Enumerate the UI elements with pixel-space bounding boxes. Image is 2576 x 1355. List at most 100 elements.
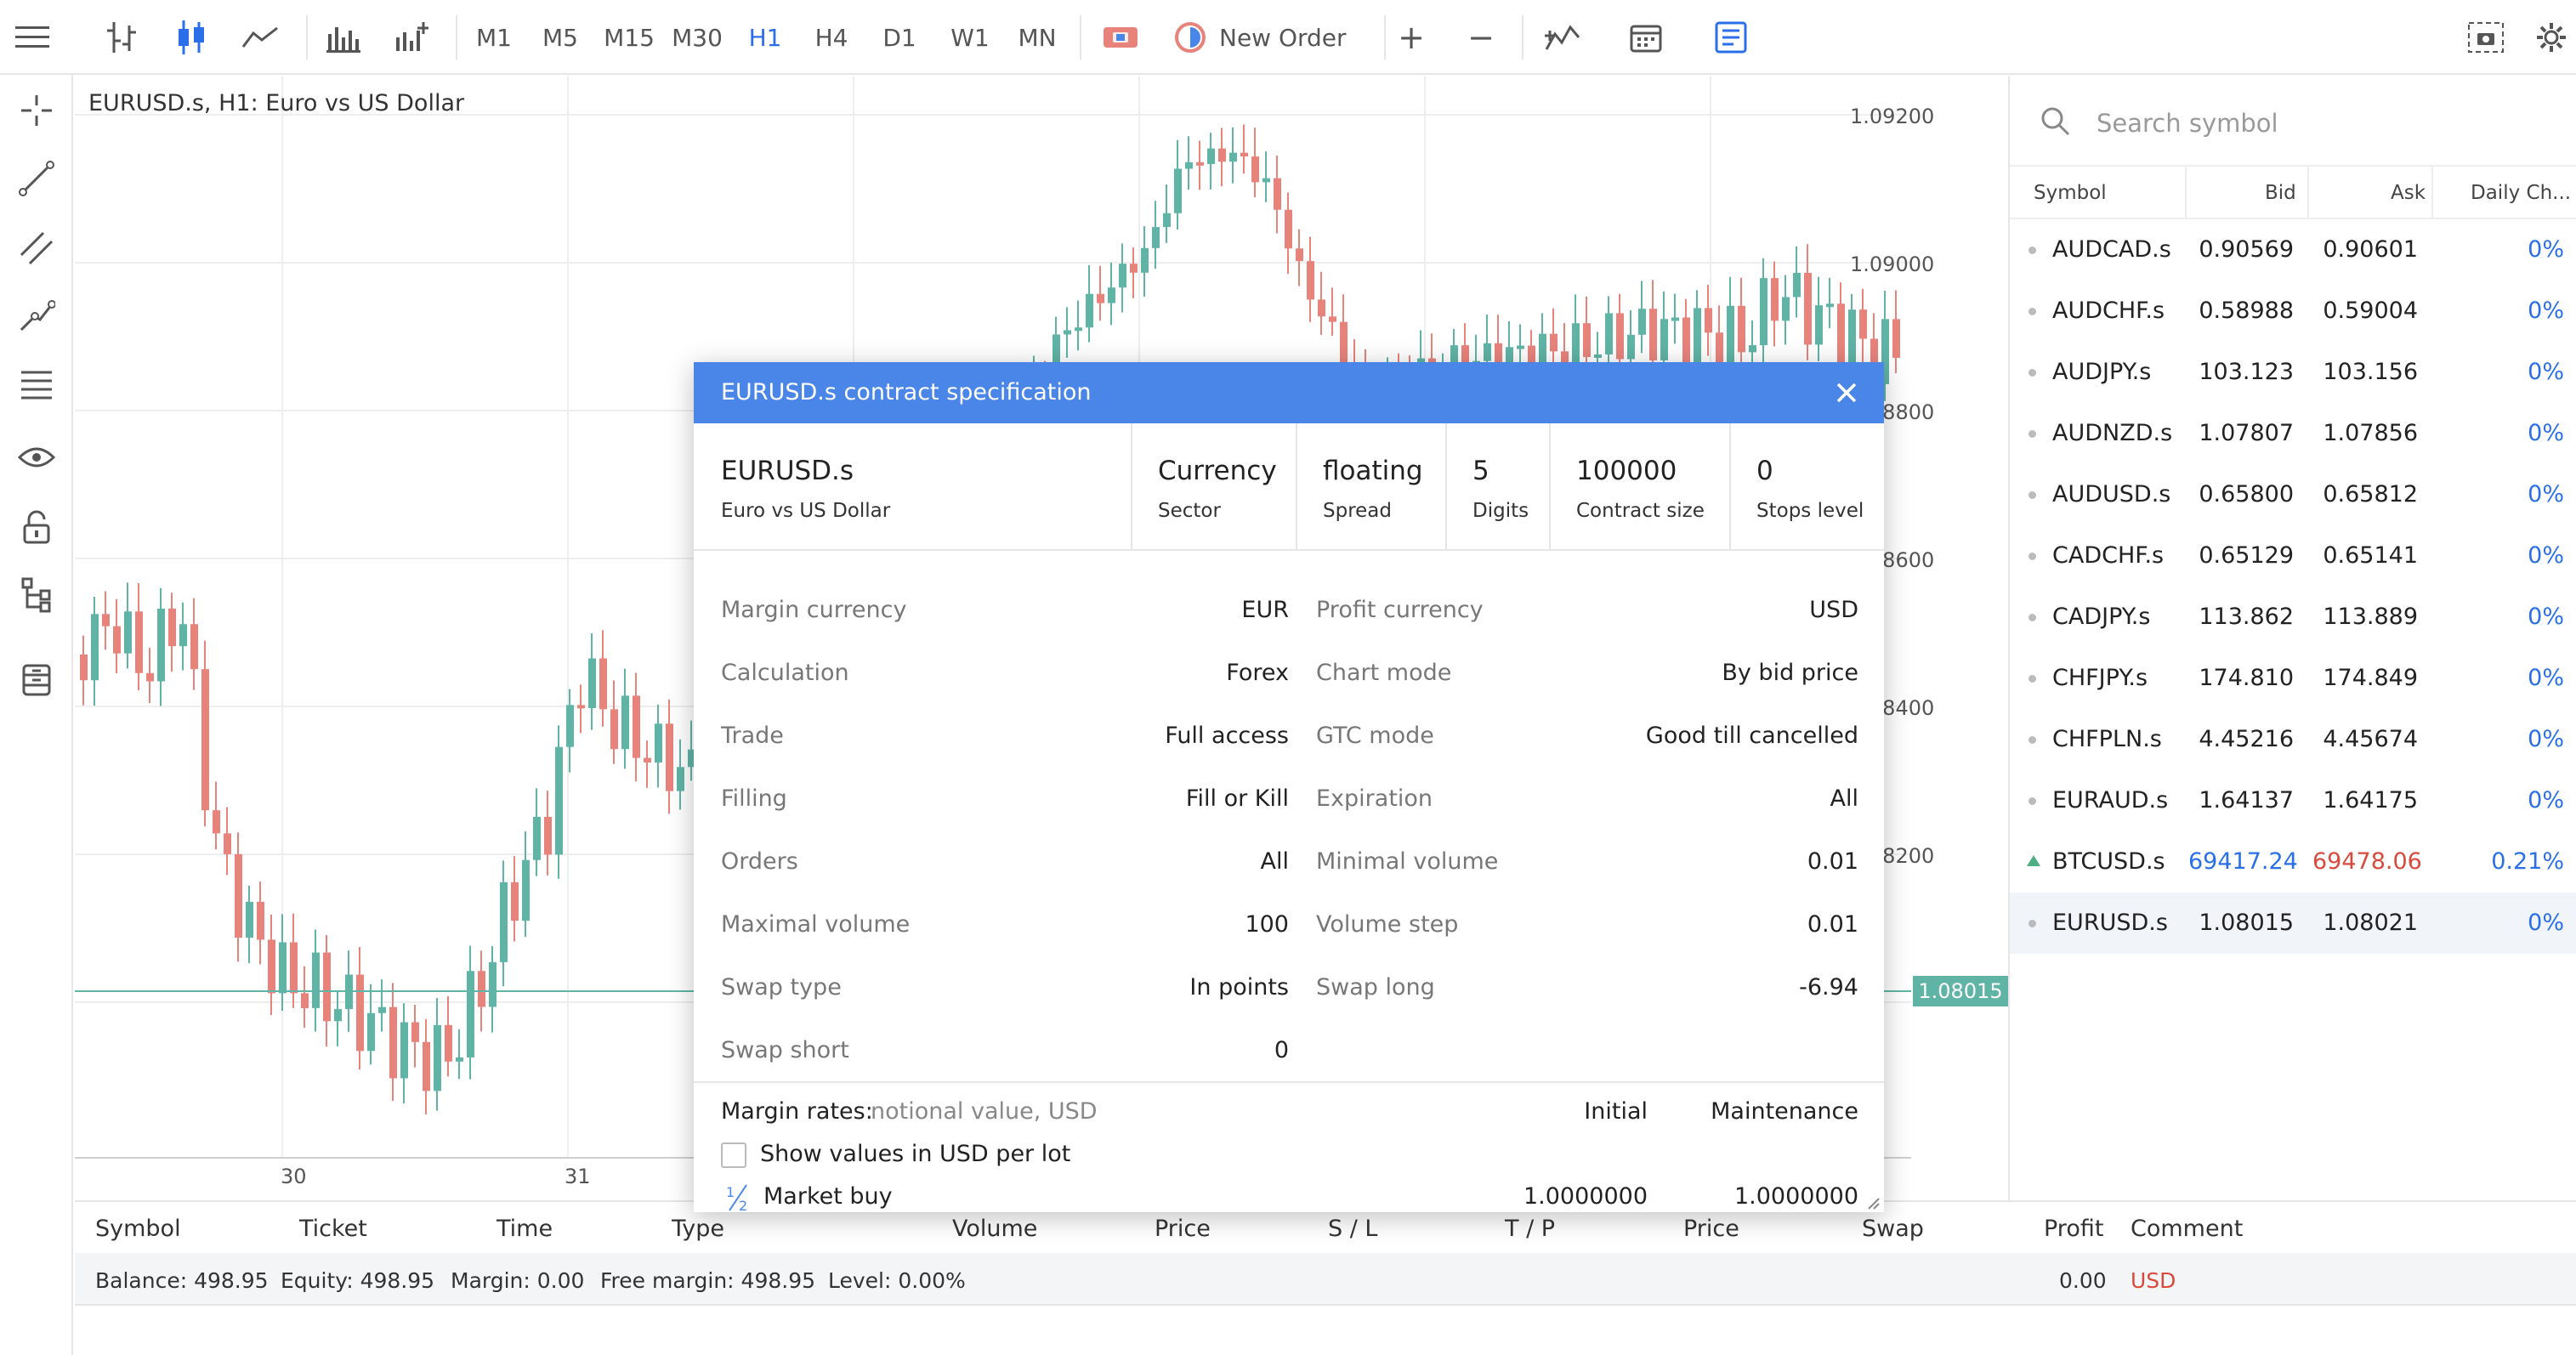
col-price[interactable]: Price	[1155, 1216, 1211, 1242]
new-order-button[interactable]: New Order	[1173, 0, 1386, 75]
col-profit[interactable]: Profit	[2044, 1216, 2103, 1242]
col-ask[interactable]: Ask	[2391, 182, 2426, 204]
fibonacci-icon[interactable]	[0, 357, 73, 411]
timeframe-w1[interactable]: W1	[950, 0, 990, 75]
timeframe-m15[interactable]: M15	[604, 0, 655, 75]
candle-body	[1771, 278, 1779, 321]
one-click-trading-icon[interactable]	[1097, 0, 1144, 75]
candle-body	[124, 611, 132, 654]
screenshot-icon[interactable]	[2460, 0, 2511, 75]
candle-body	[555, 746, 563, 855]
col-symbol[interactable]: Symbol	[2034, 182, 2107, 204]
database-icon[interactable]	[0, 653, 73, 707]
new-order-label: New Order	[1219, 23, 1347, 52]
eye-icon[interactable]	[0, 430, 73, 485]
symbol-row[interactable]: AUDNZD.s 1.07807 1.07856 0%	[2010, 403, 2576, 464]
status-dot-icon	[2028, 736, 2036, 744]
symbol-row[interactable]: EURUSD.s 1.08015 1.08021 0%	[2010, 893, 2576, 954]
property-label: Orders	[721, 848, 798, 875]
col-swap[interactable]: Swap	[1862, 1216, 1924, 1242]
symbol-row[interactable]: CHFJPY.s 174.810 174.849 0%	[2010, 648, 2576, 709]
symbol-row[interactable]: AUDCAD.s 0.90569 0.90601 0%	[2010, 219, 2576, 281]
col-symbol[interactable]: Symbol	[95, 1216, 181, 1242]
menu-icon[interactable]	[7, 0, 58, 75]
symbol-row[interactable]: CHFPLN.s 4.45216 4.45674 0%	[2010, 709, 2576, 770]
crosshair-icon[interactable]	[0, 83, 73, 138]
line-chart-icon[interactable]	[235, 0, 286, 75]
col-comment[interactable]: Comment	[2131, 1216, 2243, 1242]
timeframe-m1[interactable]: M1	[473, 0, 515, 75]
col-tp[interactable]: T / P	[1505, 1216, 1555, 1242]
zoom-in-button[interactable]: +	[1391, 0, 1432, 75]
candle-body	[1848, 309, 1856, 366]
contract-summary: EURUSD.s Euro vs US Dollar Currency Sect…	[694, 423, 1884, 551]
symbol-row[interactable]: AUDJPY.s 103.123 103.156 0%	[2010, 342, 2576, 403]
candle-body	[1240, 152, 1248, 157]
search-input[interactable]	[2097, 109, 2522, 138]
volume-icon[interactable]	[318, 0, 369, 75]
status-dot-icon	[2028, 308, 2036, 315]
contract-specification-dialog: EURUSD.s contract specification EURUSD.s…	[694, 362, 1884, 1212]
indicator-chart-icon[interactable]	[1537, 0, 1588, 75]
symbol-search	[2010, 77, 2576, 170]
col-volume[interactable]: Volume	[952, 1216, 1037, 1242]
calendar-icon[interactable]	[1620, 0, 1671, 75]
symbol-row[interactable]: BTCUSD.s 69417.24 69478.06 0.21%	[2010, 831, 2576, 893]
balance-row: Balance: 498.95 Equity: 498.95 Margin: 0…	[75, 1253, 2576, 1306]
checkbox-label[interactable]: Show values in USD per lot	[760, 1141, 1070, 1167]
timeframe-mn[interactable]: MN	[1017, 0, 1058, 75]
timeframe-h4[interactable]: H4	[814, 0, 848, 75]
polyline-icon[interactable]	[0, 289, 73, 343]
candle-body	[378, 1006, 386, 1013]
col-ticket[interactable]: Ticket	[299, 1216, 367, 1242]
property-value: 0.01	[1807, 848, 1858, 875]
usd-per-lot-checkbox[interactable]	[721, 1142, 746, 1168]
status-dot-icon	[2028, 369, 2036, 377]
property-label: Expiration	[1316, 785, 1433, 812]
property-value: 0.01	[1807, 911, 1858, 938]
candle-body	[1517, 345, 1524, 349]
resize-handle-icon[interactable]	[1867, 1197, 1881, 1212]
lock-icon[interactable]	[0, 500, 73, 554]
summary-value: Currency	[1158, 456, 1277, 486]
specification-icon[interactable]	[1705, 0, 1756, 75]
col-time[interactable]: Time	[496, 1216, 553, 1242]
timeframe-d1[interactable]: D1	[882, 0, 916, 75]
timeframe-h1[interactable]: H1	[748, 0, 782, 75]
summary-contract-size: 100000 Contract size	[1576, 423, 1721, 551]
objects-tree-icon[interactable]	[0, 568, 73, 622]
col-daily-change[interactable]: Daily Ch...	[2471, 182, 2571, 204]
symbol-daily-change: 0%	[2528, 359, 2564, 385]
trend-line-icon[interactable]	[0, 151, 73, 206]
bar-chart-icon[interactable]	[95, 0, 146, 75]
symbol-row[interactable]: EURAUD.s 1.64137 1.64175 0%	[2010, 770, 2576, 831]
candle-body	[489, 961, 496, 1007]
more-icon[interactable]	[2530, 0, 2573, 75]
zoom-out-button[interactable]: −	[1461, 0, 1501, 75]
col-sl[interactable]: S / L	[1328, 1216, 1377, 1242]
property-label: Swap long	[1316, 974, 1435, 1001]
timeframe-m5[interactable]: M5	[539, 0, 582, 75]
margin-maintenance-header: Maintenance	[1711, 1098, 1858, 1125]
col-bid[interactable]: Bid	[2265, 182, 2296, 204]
symbol-row[interactable]: CADCHF.s 0.65129 0.65141 0%	[2010, 525, 2576, 587]
symbol-name: CHFJPY.s	[2052, 665, 2148, 691]
symbol-row[interactable]: CADJPY.s 113.862 113.889 0%	[2010, 587, 2576, 648]
col-type[interactable]: Type	[672, 1216, 724, 1242]
channel-icon[interactable]	[0, 221, 73, 275]
property-value: -6.94	[1799, 974, 1858, 1001]
property-label: Volume step	[1316, 911, 1459, 938]
timeframe-m30[interactable]: M30	[670, 0, 724, 75]
symbol-daily-change: 0%	[2528, 604, 2564, 630]
indicators-icon[interactable]	[386, 0, 437, 75]
close-icon[interactable]	[1831, 377, 1862, 408]
symbol-row[interactable]: AUDCHF.s 0.58988 0.59004 0%	[2010, 281, 2576, 342]
margin-initial-header: Initial	[1584, 1098, 1648, 1125]
symbol-row[interactable]: AUDUSD.s 0.65800 0.65812 0%	[2010, 464, 2576, 525]
candle-body	[577, 705, 585, 709]
candlestick-icon[interactable]	[165, 0, 216, 75]
symbol-name: CADJPY.s	[2052, 604, 2151, 630]
candle-body	[1716, 332, 1723, 363]
candle-body	[1594, 354, 1602, 358]
col-current-price[interactable]: Price	[1683, 1216, 1739, 1242]
